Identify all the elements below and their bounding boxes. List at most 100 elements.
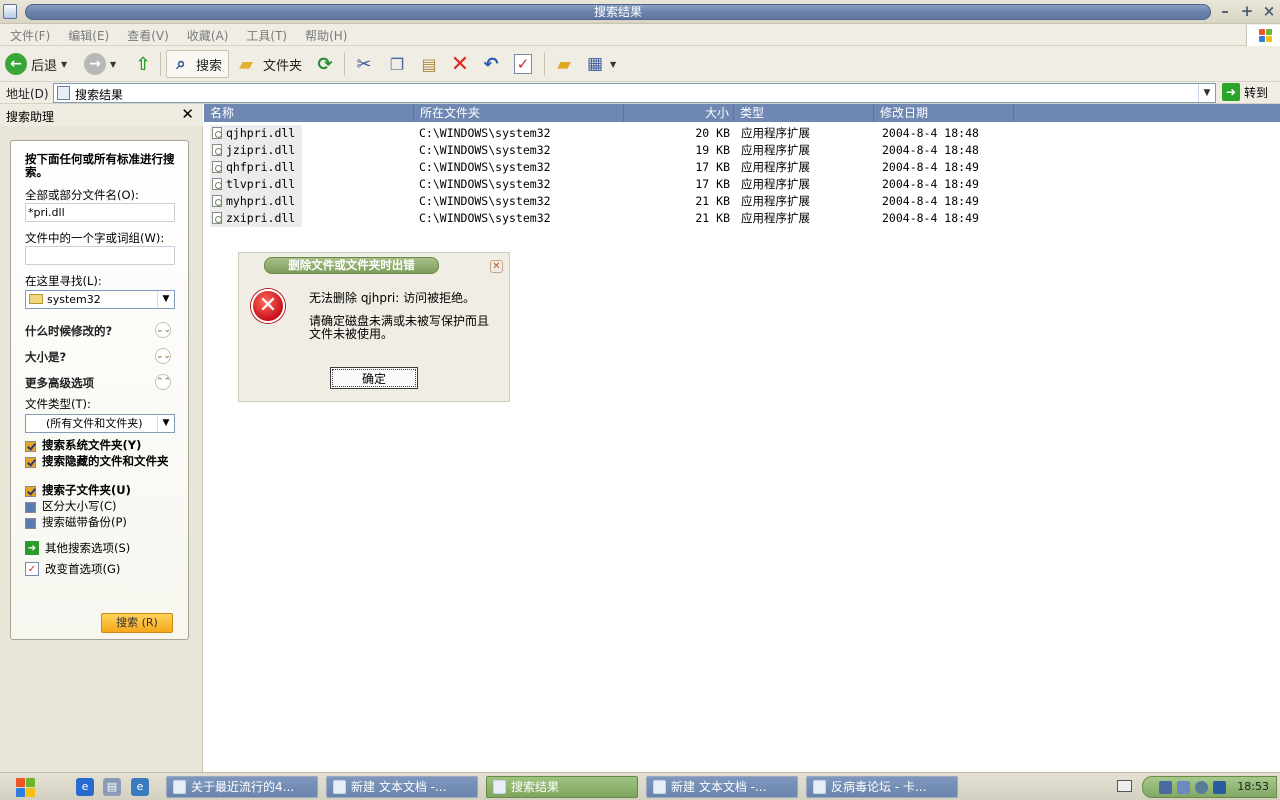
taskbar-button[interactable]: 反病毒论坛 - 卡... [806, 776, 958, 798]
dialog-close-icon[interactable]: ✕ [490, 260, 503, 273]
quicklaunch-app-icon[interactable]: e [131, 778, 149, 796]
back-button[interactable]: ← 后退 ▼ [5, 50, 67, 78]
address-value[interactable]: 搜索结果 [75, 86, 123, 103]
ok-button[interactable]: 确定 [330, 367, 418, 389]
file-name[interactable]: tlvpri.dll [210, 176, 302, 193]
menu-edit[interactable]: 编辑(E) [62, 27, 115, 44]
internet-explorer-icon[interactable]: e [76, 778, 94, 796]
expand-chevron-icon[interactable]: ⌄⌄ [155, 322, 171, 338]
taskbar-button[interactable]: 新建 文本文档 -... [646, 776, 798, 798]
views-dropdown-icon[interactable]: ▼ [610, 60, 616, 69]
file-name[interactable]: myhpri.dll [210, 193, 302, 210]
other-search-options-link[interactable]: ➜ 其他搜索选项(S) [25, 540, 130, 556]
window-icon[interactable] [3, 4, 17, 19]
taskbar-button[interactable]: 新建 文本文档 -... [326, 776, 478, 798]
copy-button[interactable]: ❐ [386, 50, 408, 78]
taskbar-button[interactable]: 搜索结果 [486, 776, 638, 798]
tray-app-icon[interactable] [1213, 781, 1226, 794]
file-row[interactable]: myhpri.dll C:\WINDOWS\system32 21 KB 应用程序扩展… [204, 193, 1280, 210]
dialog-detail: 请确定磁盘未满或未被写保护而且文件未被使用。 [309, 314, 490, 341]
views-button[interactable]: ▦ ▼ [584, 50, 616, 78]
size-section[interactable]: 大小是? [25, 349, 66, 365]
lookin-select[interactable]: system32 ▼ [25, 290, 175, 309]
phrase-input[interactable] [25, 246, 175, 265]
forward-arrow-icon: → [84, 53, 106, 75]
file-name[interactable]: qjhpri.dll [210, 125, 302, 142]
paste-button[interactable]: ▤ [418, 50, 440, 78]
folder-options-button[interactable]: ▰ [553, 50, 575, 78]
file-row[interactable]: zxipri.dll C:\WINDOWS\system32 21 KB 应用程序扩展… [204, 210, 1280, 227]
chevron-down-icon[interactable]: ▼ [157, 415, 174, 432]
forward-button[interactable]: → ▼ [84, 50, 116, 78]
option-search-system-folders[interactable]: 搜索系统文件夹(Y) [25, 439, 177, 452]
advanced-options-section[interactable]: 更多高级选项 [25, 375, 94, 391]
file-size: 17 KB [695, 160, 730, 174]
go-button[interactable]: ➜ 转到 [1222, 83, 1268, 101]
volume-icon[interactable] [1177, 781, 1190, 794]
close-button[interactable]: × [1261, 4, 1277, 20]
antivirus-icon[interactable] [1195, 781, 1208, 794]
column-name[interactable]: 名称 [204, 104, 414, 122]
search-submit-button[interactable]: 搜索 (R) [101, 613, 173, 633]
file-row[interactable]: qhfpri.dll C:\WINDOWS\system32 17 KB 应用程序扩展… [204, 159, 1280, 176]
chevron-down-icon[interactable]: ▼ [157, 291, 174, 308]
folders-button[interactable]: ▰ 文件夹 [235, 50, 302, 78]
delete-button[interactable]: ✕ [449, 50, 471, 78]
pane-close-icon[interactable]: ✕ [181, 105, 194, 123]
option-search-hidden[interactable]: 搜索隐藏的文件和文件夹 [25, 455, 177, 468]
menu-file[interactable]: 文件(F) [4, 27, 56, 44]
file-name[interactable]: qhfpri.dll [210, 159, 302, 176]
menu-favorites[interactable]: 收藏(A) [181, 27, 235, 44]
column-size[interactable]: 大小 [624, 104, 734, 122]
folder-icon [29, 294, 43, 304]
expand-chevron-icon[interactable]: ⌄⌄ [155, 348, 171, 364]
views-icon: ▦ [586, 54, 604, 74]
network-icon[interactable] [1159, 781, 1172, 794]
checkbox[interactable] [25, 441, 36, 452]
checkbox[interactable] [25, 457, 36, 468]
back-dropdown-icon[interactable]: ▼ [61, 60, 67, 69]
taskbar-button[interactable]: 关于最近流行的4... [166, 776, 318, 798]
search-button[interactable]: ⌕ 搜索 [166, 50, 229, 78]
keyboard-icon[interactable] [1117, 780, 1132, 792]
column-folder[interactable]: 所在文件夹 [414, 104, 624, 122]
file-row[interactable]: tlvpri.dll C:\WINDOWS\system32 17 KB 应用程序扩展… [204, 176, 1280, 193]
window-title: 搜索结果 [25, 4, 1211, 20]
minimize-button[interactable]: – [1217, 4, 1233, 20]
filetype-select[interactable]: (所有文件和文件夹) ▼ [25, 414, 175, 433]
forward-dropdown-icon[interactable]: ▼ [110, 60, 116, 69]
option-search-subfolders[interactable]: 搜索子文件夹(U) [25, 484, 177, 497]
menu-tools[interactable]: 工具(T) [240, 27, 293, 44]
column-headers: 名称 所在文件夹 大小 类型 修改日期 [204, 104, 1280, 122]
file-row[interactable]: jzipri.dll C:\WINDOWS\system32 19 KB 应用程序扩展… [204, 142, 1280, 159]
option-case-sensitive[interactable]: 区分大小写(C) [25, 500, 177, 513]
up-folder-button[interactable]: ⇧ [132, 50, 154, 78]
filename-input[interactable]: *pri.dll [25, 203, 175, 222]
desktop-icon[interactable]: ▤ [103, 778, 121, 796]
checkbox[interactable] [25, 486, 36, 497]
cut-button[interactable]: ✂ [353, 50, 375, 78]
refresh-button[interactable]: ⟳ [314, 50, 336, 78]
column-type[interactable]: 类型 [734, 104, 874, 122]
option-tape-backup[interactable]: 搜索磁带备份(P) [25, 516, 177, 529]
menu-help[interactable]: 帮助(H) [299, 27, 353, 44]
file-name[interactable]: zxipri.dll [210, 210, 302, 227]
checkbox[interactable] [25, 518, 36, 529]
change-preferences-link[interactable]: ✓ 改变首选项(G) [25, 561, 120, 577]
file-name[interactable]: jzipri.dll [210, 142, 302, 159]
search-results-icon [57, 86, 70, 100]
title-bar[interactable]: 搜索结果 – + × [0, 0, 1280, 24]
file-row[interactable]: qjhpri.dll C:\WINDOWS\system32 20 KB 应用程序扩展… [204, 125, 1280, 142]
start-button[interactable] [6, 775, 48, 799]
checkbox[interactable] [25, 502, 36, 513]
when-modified-section[interactable]: 什么时候修改的? [25, 323, 112, 339]
file-size: 17 KB [695, 177, 730, 191]
address-field[interactable]: 搜索结果 ▼ [53, 83, 1216, 103]
column-modified[interactable]: 修改日期 [874, 104, 1014, 122]
undo-button[interactable]: ↶ [480, 50, 502, 78]
maximize-button[interactable]: + [1239, 4, 1255, 20]
menu-view[interactable]: 查看(V) [121, 27, 175, 44]
collapse-chevron-icon[interactable]: ⌃⌃ [155, 374, 171, 390]
address-dropdown-icon[interactable]: ▼ [1198, 84, 1215, 102]
properties-button[interactable]: ✓ [514, 50, 532, 78]
